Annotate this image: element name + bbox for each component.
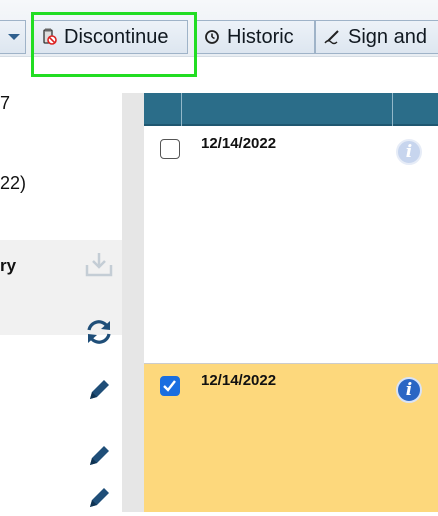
dropdown-toggle[interactable] [0, 20, 26, 54]
historic-button[interactable]: Historic [194, 20, 315, 54]
pencil-icon[interactable] [86, 443, 112, 474]
sign-button[interactable]: Sign and [315, 20, 438, 54]
refresh-icon[interactable] [86, 318, 112, 351]
pencil-icon[interactable] [86, 377, 112, 408]
table-row[interactable]: 12/14/2022 i [144, 126, 438, 364]
left-pane-text-2: 22) [0, 173, 27, 193]
clock-icon [203, 28, 221, 46]
pencil-icon[interactable] [86, 485, 112, 516]
toolbar: Discontinue Historic Sign and [0, 0, 438, 57]
info-icon[interactable]: i [396, 139, 422, 165]
discontinue-button[interactable]: Discontinue [31, 20, 188, 54]
sign-label: Sign and [348, 25, 427, 48]
pane-splitter[interactable] [122, 93, 144, 512]
info-icon[interactable]: i [396, 377, 422, 403]
orders-grid: 12/14/2022 i 12/14/2022 i [144, 93, 438, 512]
historic-label: Historic [227, 25, 294, 48]
discontinue-icon [40, 28, 58, 46]
column-separator[interactable] [392, 93, 393, 126]
table-row-selected[interactable]: 12/14/2022 i [144, 364, 438, 512]
caret-down-icon [7, 34, 20, 40]
row-date: 12/14/2022 [201, 135, 277, 152]
download-icon[interactable] [85, 251, 113, 282]
column-separator[interactable] [181, 93, 182, 126]
left-pane: 7 22) ry [0, 93, 122, 512]
discontinue-label: Discontinue [64, 25, 169, 48]
grid-header [144, 93, 438, 126]
row-checkbox-checked[interactable] [160, 376, 180, 396]
section-label: ry [0, 256, 17, 275]
row-date: 12/14/2022 [201, 372, 277, 389]
pen-sign-icon [324, 28, 342, 46]
row-checkbox[interactable] [160, 139, 180, 159]
left-pane-text-1: 7 [0, 93, 11, 113]
